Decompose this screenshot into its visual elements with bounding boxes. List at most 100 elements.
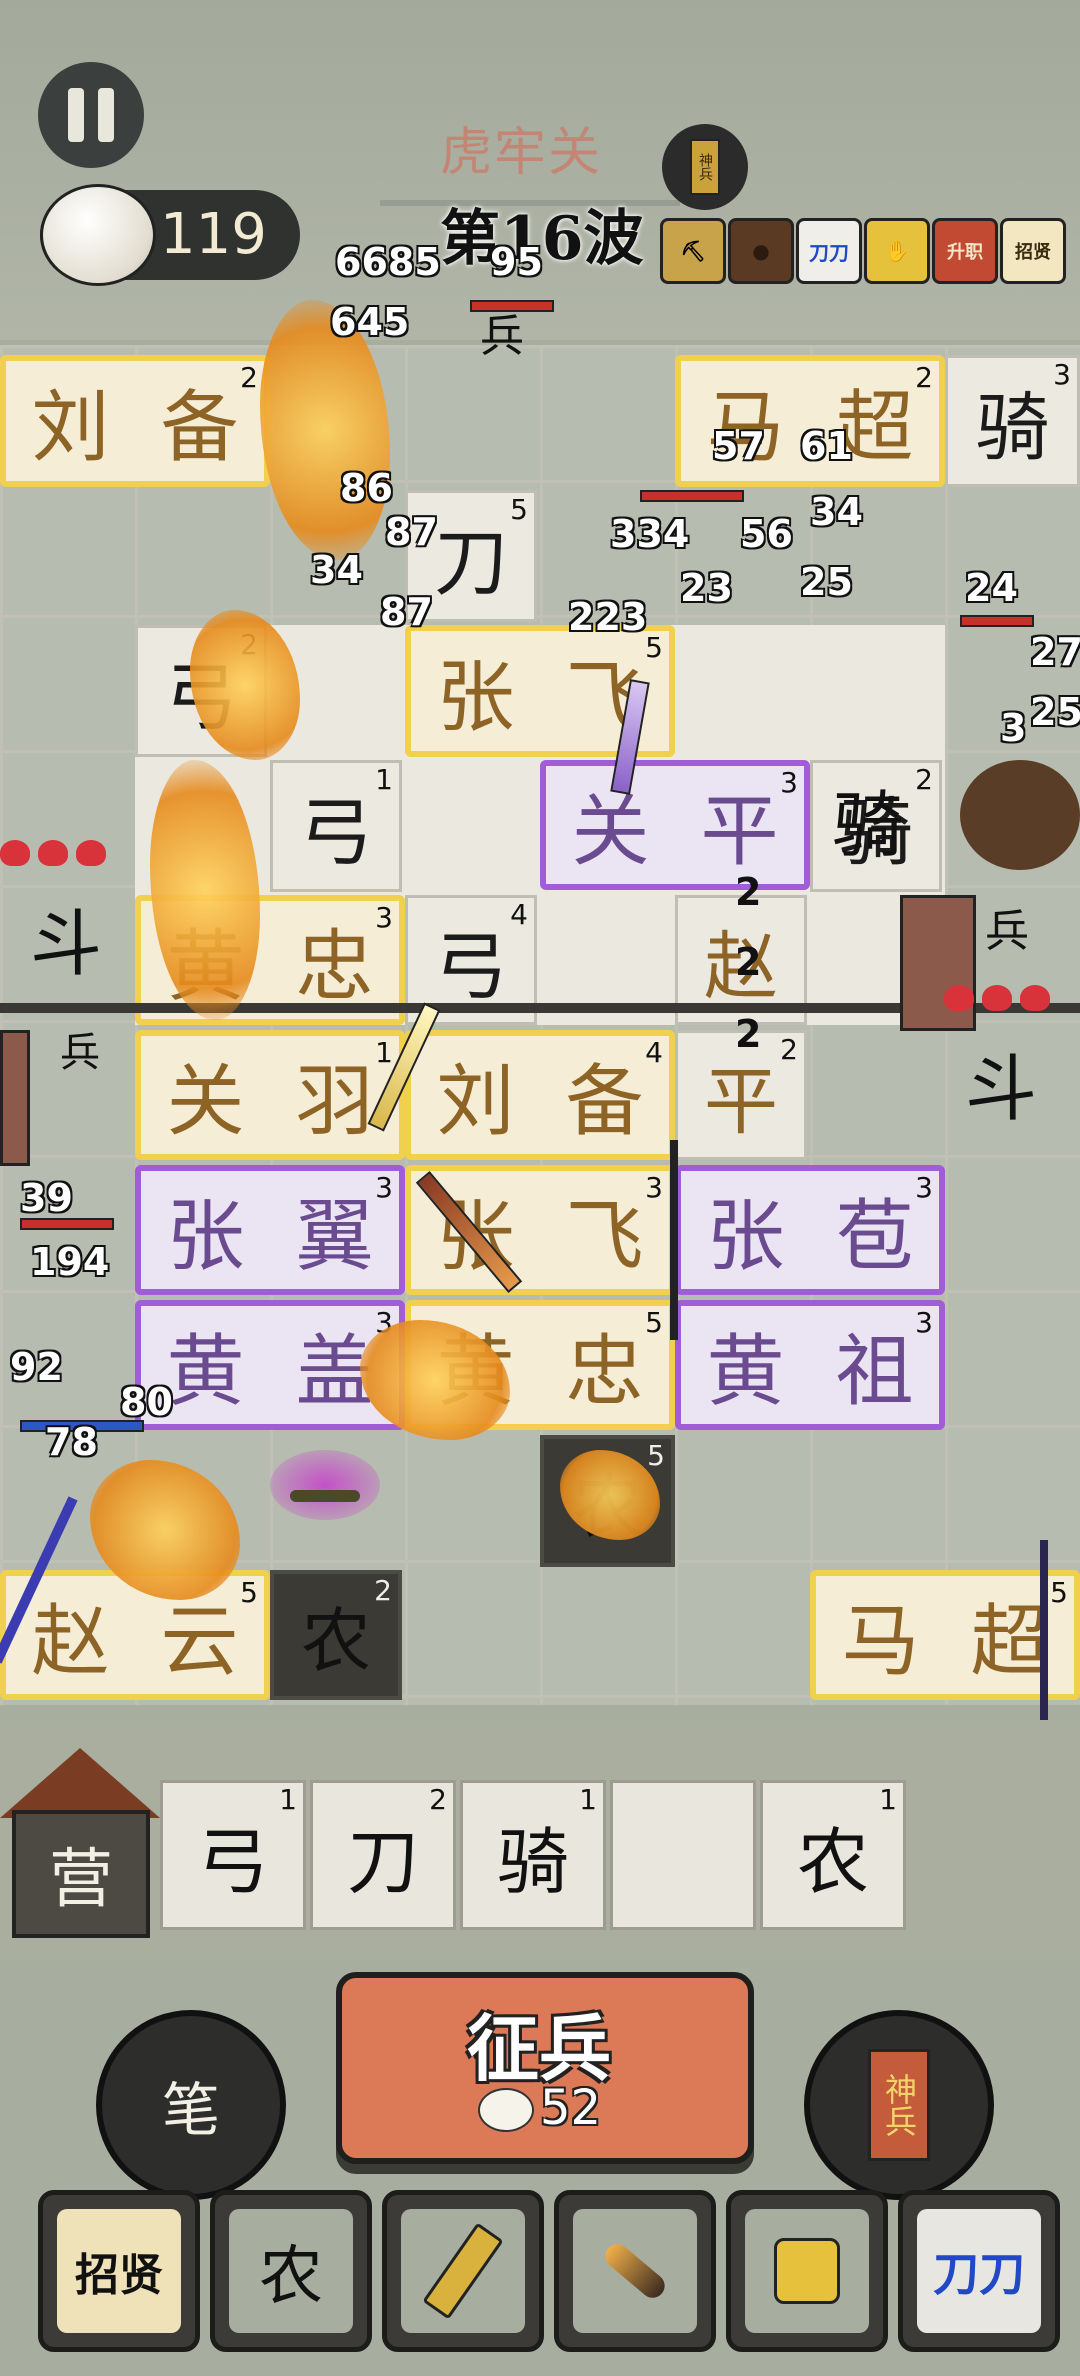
recruit-scroll-icon: 招贤 — [57, 2209, 181, 2333]
unit-level: 3 — [1053, 358, 1071, 391]
brush-button[interactable]: 笔 — [96, 2010, 286, 2200]
reserve-slot[interactable]: 骑1 — [460, 1780, 606, 1930]
unit-name-char: 苞 — [835, 1192, 914, 1282]
soldier-label: 农 — [301, 1599, 371, 1682]
unit-tile-zhangbao[interactable]: 张苞 3 — [675, 1165, 945, 1295]
enemy-unit: 兵 — [60, 1030, 100, 1076]
reserve-slot[interactable]: 弓1 — [160, 1780, 306, 1930]
damage-number: 39 — [20, 1176, 73, 1220]
unit-name-char: 赵 — [31, 1597, 110, 1687]
damage-number: 194 — [30, 1240, 110, 1284]
damage-number: 57 — [712, 424, 765, 468]
enemy-hp-bar — [640, 490, 744, 502]
unit-tile-zhangfei-low[interactable]: 张飞 3 — [405, 1165, 675, 1295]
reserve-slot[interactable] — [610, 1780, 756, 1930]
spear-weapon — [670, 1140, 678, 1340]
unit-level: 5 — [645, 1306, 663, 1339]
unit-level: 1 — [375, 763, 393, 796]
unit-name-char: 备 — [160, 383, 239, 473]
unit-tile-guanyu[interactable]: 关羽 1 — [135, 1030, 405, 1160]
reserve-slot[interactable]: 刀2 — [310, 1780, 456, 1930]
damage-number: 34 — [810, 490, 863, 534]
unit-name-char: 祖 — [835, 1327, 914, 1417]
brick-wall — [0, 1030, 30, 1166]
damage-number: 23 — [680, 566, 733, 610]
enemy-unit: 斗 — [30, 902, 103, 986]
meteor-icon — [573, 2209, 697, 2333]
skill-shovel[interactable] — [382, 2190, 544, 2352]
skill-recruit[interactable]: 招贤 — [38, 2190, 200, 2352]
skill-farmer[interactable]: 农 — [210, 2190, 372, 2352]
enemy-hp-bar — [470, 300, 554, 312]
divine-weapon-button[interactable]: 神兵 — [804, 2010, 994, 2200]
unit-name-char: 翼 — [295, 1192, 374, 1282]
poison-pool — [270, 1450, 380, 1520]
unit-tile-zhangyi[interactable]: 张翼 3 — [135, 1165, 405, 1295]
hand-shovel-buff[interactable]: ✋ — [864, 218, 930, 284]
camp-button[interactable]: 营 — [12, 1810, 150, 1938]
dig-treasure-icon — [745, 2209, 869, 2333]
unit-level: 5 — [645, 631, 663, 664]
damage-number: 87 — [385, 510, 438, 554]
enemy-lives — [0, 840, 106, 866]
unit-level: 2 — [240, 361, 258, 394]
farmer-icon: 农 — [229, 2209, 353, 2333]
soldier-tile[interactable]: 弓1 — [270, 760, 402, 892]
upgrade-buff[interactable]: 升职 — [932, 218, 998, 284]
unit-tile-liubei-top[interactable]: 刘备 2 — [0, 355, 270, 487]
cookie-buff[interactable]: ● — [728, 218, 794, 284]
unit-level: 5 — [647, 1439, 665, 1472]
heart-icon — [1020, 985, 1050, 1011]
unit-level: 3 — [780, 766, 798, 799]
shovel-icon — [401, 2209, 525, 2333]
spear-weapon — [1040, 1540, 1048, 1740]
skill-treasure-dig[interactable] — [726, 2190, 888, 2352]
unit-tile-guanping[interactable]: 关平 3 — [540, 760, 810, 890]
unit-name-char: 马 — [841, 1597, 920, 1687]
soldier-label: 弓 — [299, 789, 373, 876]
fortress-name: 虎牢关 — [440, 123, 603, 183]
soldier-label: 刀 — [434, 519, 508, 606]
unit-level: 3 — [915, 1306, 933, 1339]
damage-number: 95 — [490, 240, 543, 284]
reserve-slot[interactable]: 农1 — [760, 1780, 906, 1930]
unit-name-char: 张 — [436, 653, 515, 743]
upgrade-scroll-icon: 升职 — [947, 242, 983, 263]
status-number: 2 — [735, 940, 762, 984]
unit-tile-liubei-mid[interactable]: 刘备 4 — [405, 1030, 675, 1160]
unit-level: 3 — [645, 1171, 663, 1204]
recruit-buff[interactable]: 招贤 — [1000, 218, 1066, 284]
brush-icon: 笔 — [161, 2076, 220, 2144]
damage-number: 86 — [340, 466, 393, 510]
unit-level: 1 — [879, 1783, 897, 1816]
soldier-tile[interactable]: 骑3 — [945, 355, 1080, 487]
double-blade-buff[interactable]: 刀刀 — [796, 218, 862, 284]
unit-name-char: 黄 — [706, 1327, 785, 1417]
heart-icon — [76, 840, 106, 866]
reserve-unit-label: 刀 — [346, 1819, 419, 1904]
unit-tile-zhaoyun[interactable]: 赵云 5 — [0, 1570, 270, 1700]
double-blade-icon: 刀刀 — [809, 240, 849, 265]
pause-icon — [68, 88, 84, 142]
pause-button[interactable] — [38, 62, 144, 168]
soldier-label: 弓 — [434, 923, 508, 1010]
reserve-unit-label: 骑 — [496, 1819, 569, 1904]
shovel-buff[interactable]: ⛏ — [660, 218, 726, 284]
steamed-bun-icon — [40, 184, 156, 286]
double-blade-icon: 刀刀 — [917, 2209, 1041, 2333]
divine-token-button[interactable]: 神兵 — [662, 124, 748, 210]
unit-level: 3 — [375, 1171, 393, 1204]
reserve-unit-label: 弓 — [196, 1819, 269, 1904]
skill-double-blade[interactable]: 刀刀 — [898, 2190, 1060, 2352]
farmer-tile[interactable]: 农2 — [270, 1570, 402, 1700]
unit-name-char: 黄 — [166, 1327, 245, 1417]
unit-level: 3 — [915, 1171, 933, 1204]
damage-number: 27 — [1030, 630, 1080, 674]
skill-meteor[interactable] — [554, 2190, 716, 2352]
enemy-unit: 兵 — [985, 906, 1029, 957]
unit-level: 5 — [510, 493, 528, 526]
unit-tile-huangzu[interactable]: 黄祖 3 — [675, 1300, 945, 1430]
damage-number: 3 — [1000, 706, 1027, 750]
unit-name-char: 备 — [565, 1057, 644, 1147]
unit-level: 2 — [429, 1783, 447, 1816]
